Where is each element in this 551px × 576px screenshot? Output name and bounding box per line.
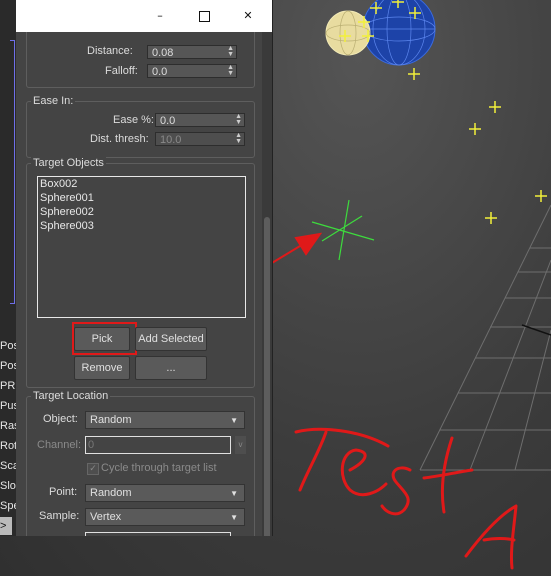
dist-thresh-spinner[interactable]: 10.0 ▲ ▼ xyxy=(155,132,245,146)
falloff-spinner[interactable]: 0.0 ▲ ▼ xyxy=(147,64,237,78)
channel-input[interactable]: 0 xyxy=(85,436,231,454)
distance-value: 0.08 xyxy=(152,47,174,59)
spin-arrows-icon[interactable]: ▲ ▼ xyxy=(227,45,234,58)
target-objects-list[interactable]: Box002 Sphere001 Sphere002 Sphere003 xyxy=(37,176,246,318)
target-objects-title: Target Objects xyxy=(31,157,106,169)
strip-item[interactable]: Sca xyxy=(0,457,16,475)
minimize-icon: – xyxy=(157,9,163,22)
list-item[interactable]: Box002 xyxy=(38,177,245,191)
strip-item[interactable]: Rot xyxy=(0,437,16,455)
strip-item[interactable]: Slo xyxy=(0,477,16,495)
ease-label: Ease %: xyxy=(113,114,154,126)
more-button[interactable]: ... xyxy=(135,356,207,380)
sample-label: Sample: xyxy=(39,510,80,522)
target-location-group: Target Location Object: Random ▼ Channel… xyxy=(26,390,255,536)
dist-thresh-label: Dist. thresh: xyxy=(90,133,149,145)
minimize-button[interactable]: – xyxy=(140,0,180,32)
green-helper xyxy=(311,199,375,261)
panel-scrollbar[interactable] xyxy=(262,32,272,536)
sample-dropdown[interactable]: Vertex ▼ xyxy=(85,508,245,526)
ease-in-title: Ease In: xyxy=(31,95,76,107)
distance-affect-group: Distance: 0.08 ▲ ▼ Falloff: 0.0 ▲ ▼ xyxy=(26,24,255,88)
falloff-value: 0.0 xyxy=(152,66,168,78)
cycle-label: Cycle through target list xyxy=(101,462,217,474)
object-dropdown[interactable]: Random ▼ xyxy=(85,411,245,429)
properties-panel: – ✕ Distance: 0.08 ▲ ▼ Falloff: 0.0 ▲ ▼ Ea… xyxy=(16,0,273,536)
target-location-title: Target Location xyxy=(31,390,111,402)
grid-floor xyxy=(419,204,551,471)
ease-in-group: Ease In: Ease %: 0.0 ▲ ▼ Dist. thresh: 10… xyxy=(26,95,255,158)
point-label: Point: xyxy=(49,486,78,498)
sphere-blue xyxy=(362,0,436,66)
list-item[interactable]: Sphere002 xyxy=(38,205,245,219)
chevron-down-icon: ▼ xyxy=(230,489,238,498)
strip-item[interactable]: Pos xyxy=(0,357,16,375)
point-value: Random xyxy=(90,487,132,499)
close-button[interactable]: ✕ xyxy=(228,0,268,32)
close-icon: ✕ xyxy=(243,9,253,22)
ease-spinner[interactable]: 0.0 ▲ ▼ xyxy=(155,113,245,127)
strip-item[interactable]: Ras xyxy=(0,417,16,435)
chevron-down-icon: ▼ xyxy=(230,513,238,522)
spin-arrows-icon[interactable]: ▲ ▼ xyxy=(235,132,242,145)
channel-value: 0 xyxy=(88,439,95,451)
add-selected-button[interactable]: Add Selected xyxy=(135,327,207,351)
sample-value: Vertex xyxy=(90,511,122,523)
distance-label: Distance: xyxy=(87,45,133,57)
chevron-down-icon: ▼ xyxy=(230,416,238,425)
list-item[interactable]: Sphere003 xyxy=(38,219,245,233)
pick-highlight-box xyxy=(72,322,137,355)
remove-button[interactable]: Remove xyxy=(74,356,130,380)
target-objects-group: Target Objects Box002 Sphere001 Sphere00… xyxy=(26,157,255,388)
cycle-checkbox[interactable]: ✓ xyxy=(87,463,99,475)
spin-arrows-icon[interactable]: ▲ ▼ xyxy=(235,113,242,126)
strip-highlight-border xyxy=(10,40,15,304)
object-label: Object: xyxy=(43,413,78,425)
point-dropdown[interactable]: Random ▼ xyxy=(85,484,245,502)
next-input[interactable] xyxy=(85,532,231,536)
left-strip: Pos Pos PR Pus Ras Rot Sca Slo Spe > xyxy=(0,0,16,536)
strip-caret[interactable]: > xyxy=(0,517,12,535)
channel-spinner-button[interactable]: v xyxy=(235,436,246,454)
strip-item[interactable]: Pos xyxy=(0,337,16,355)
falloff-label: Falloff: xyxy=(105,65,138,77)
title-bar: – ✕ xyxy=(16,0,272,32)
maximize-button[interactable] xyxy=(184,0,224,32)
list-item[interactable]: Sphere001 xyxy=(38,191,245,205)
maximize-icon xyxy=(198,10,210,22)
strip-item[interactable]: Pus xyxy=(0,397,16,415)
annotation-handwriting xyxy=(294,427,518,570)
spin-arrows-icon[interactable]: ▲ ▼ xyxy=(227,64,234,77)
scroll-thumb[interactable] xyxy=(264,217,270,536)
dist-thresh-value: 10.0 xyxy=(160,134,182,146)
distance-spinner[interactable]: 0.08 ▲ ▼ xyxy=(147,45,237,59)
channel-label: Channel: xyxy=(37,439,82,451)
ease-value: 0.0 xyxy=(160,115,176,127)
strip-item[interactable]: PR xyxy=(0,377,16,395)
strip-item[interactable]: Spe xyxy=(0,497,16,515)
object-value: Random xyxy=(90,414,132,426)
